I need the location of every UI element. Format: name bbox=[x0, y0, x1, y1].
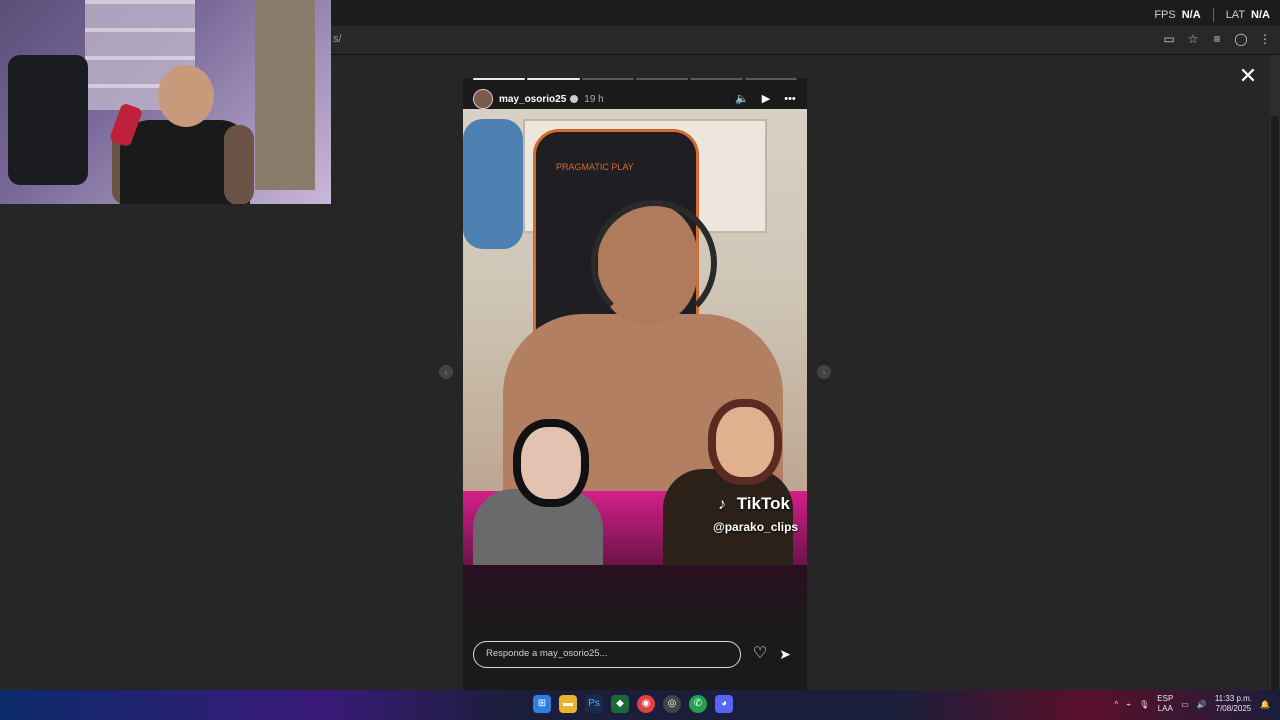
performance-overlay: FPS N/A LAT N/A bbox=[1154, 8, 1270, 22]
start-icon[interactable]: ⊞ bbox=[533, 695, 551, 713]
language-top: ESP bbox=[1157, 694, 1174, 703]
next-story-button[interactable]: › bbox=[817, 365, 831, 379]
system-tray: ^ ⌁ 🎙 ESP LAA ▭ 🔊 11:33 p.m. 7/08/2025 🔔 bbox=[1115, 694, 1270, 714]
more-icon[interactable]: ••• bbox=[783, 92, 797, 106]
profile-icon[interactable]: ◯ bbox=[1234, 32, 1248, 46]
chair-brand: PRAGMATIC PLAY bbox=[556, 162, 634, 172]
windows-taskbar: ⊞ ▬ Ps ◆ ◉ ◎ ✆ ◕ ^ ⌁ 🎙 ESP LAA ▭ 🔊 11:33 … bbox=[0, 690, 1280, 720]
send-icon[interactable]: ➤ bbox=[776, 645, 794, 663]
progress-segment bbox=[635, 78, 689, 80]
file-explorer-icon[interactable]: ▬ bbox=[559, 695, 577, 713]
clock-date: 7/08/2025 bbox=[1215, 704, 1252, 713]
webcam-overlay bbox=[0, 0, 331, 204]
story-progress bbox=[473, 78, 797, 80]
notification-icon[interactable]: 🔔 bbox=[1260, 700, 1270, 709]
progress-segment bbox=[527, 78, 580, 80]
page-scrollbar[interactable] bbox=[1270, 55, 1280, 715]
video-girl-left bbox=[473, 419, 603, 565]
progress-segment bbox=[690, 78, 743, 80]
microphone-icon[interactable]: 🎙 bbox=[1139, 700, 1149, 709]
discord-icon[interactable]: ◕ bbox=[715, 695, 733, 713]
reading-list-icon[interactable]: ≡ bbox=[1210, 32, 1224, 46]
clock-time: 11:33 p.m. bbox=[1214, 694, 1253, 703]
previous-story-button[interactable]: ‹ bbox=[439, 365, 453, 379]
fps-label: FPS bbox=[1154, 9, 1176, 21]
address-text[interactable]: s/ bbox=[333, 33, 342, 45]
headphones-icon bbox=[591, 200, 717, 326]
whatsapp-icon[interactable]: ✆ bbox=[689, 695, 707, 713]
network-icon[interactable]: ⌁ bbox=[1126, 700, 1131, 709]
heart-icon[interactable]: ♡ bbox=[751, 645, 769, 663]
language-bottom: LAA bbox=[1157, 704, 1173, 713]
lat-label: LAT bbox=[1225, 9, 1246, 21]
progress-segment bbox=[744, 78, 797, 80]
tiktok-watermark: ♪ TikTok bbox=[718, 494, 790, 514]
avatar[interactable] bbox=[473, 89, 493, 109]
bookmark-star-icon[interactable]: ☆ bbox=[1186, 32, 1200, 46]
clock[interactable]: 11:33 p.m. 7/08/2025 bbox=[1215, 694, 1252, 714]
progress-segment bbox=[581, 78, 634, 80]
chrome-icon[interactable]: ◉ bbox=[637, 695, 655, 713]
story-header: may_osorio25 19 h 🔈 ▶ ••• bbox=[473, 89, 797, 109]
scroll-thumb[interactable] bbox=[1271, 115, 1279, 715]
reply-input[interactable]: Responde a may_osorio25... bbox=[473, 641, 741, 668]
reply-placeholder[interactable]: Responde a may_osorio25... bbox=[486, 648, 607, 659]
tray-overflow-icon[interactable]: ^ bbox=[1115, 700, 1119, 709]
volume-icon[interactable]: 🔈 bbox=[735, 92, 749, 106]
tiktok-handle: @parako_clips bbox=[713, 520, 799, 534]
webcam-chair bbox=[8, 55, 88, 185]
tiktok-brand: TikTok bbox=[736, 494, 790, 513]
display-icon[interactable]: ▭ bbox=[1181, 700, 1189, 709]
story-bottom-fade bbox=[463, 565, 807, 625]
app-icon[interactable]: ◆ bbox=[611, 695, 629, 713]
video-girl-right bbox=[663, 399, 793, 565]
tiktok-logo-icon: ♪ bbox=[718, 496, 726, 513]
overlay-divider bbox=[1212, 8, 1214, 22]
progress-segment bbox=[473, 78, 526, 80]
install-app-icon[interactable]: ▭ bbox=[1162, 32, 1176, 46]
fps-value: N/A bbox=[1181, 9, 1201, 21]
story-time: 19 h bbox=[584, 93, 604, 105]
webcam-streamer bbox=[112, 65, 254, 204]
close-icon[interactable]: ✕ bbox=[1238, 65, 1258, 87]
speaker-icon[interactable]: 🔊 bbox=[1197, 700, 1207, 709]
obs-icon[interactable]: ◎ bbox=[663, 695, 681, 713]
story-username[interactable]: may_osorio25 bbox=[499, 94, 566, 105]
webcam-door bbox=[255, 0, 315, 190]
play-icon[interactable]: ▶ bbox=[759, 92, 773, 106]
lat-value: N/A bbox=[1251, 9, 1270, 21]
verified-badge-icon bbox=[570, 95, 579, 103]
photoshop-icon[interactable]: Ps bbox=[585, 695, 603, 713]
language-indicator[interactable]: ESP LAA bbox=[1157, 694, 1173, 714]
story-video[interactable]: PRAGMATIC PLAY ♪ TikTok @parako_clips bbox=[463, 109, 807, 565]
menu-kebab-icon[interactable]: ⋮ bbox=[1258, 32, 1272, 46]
